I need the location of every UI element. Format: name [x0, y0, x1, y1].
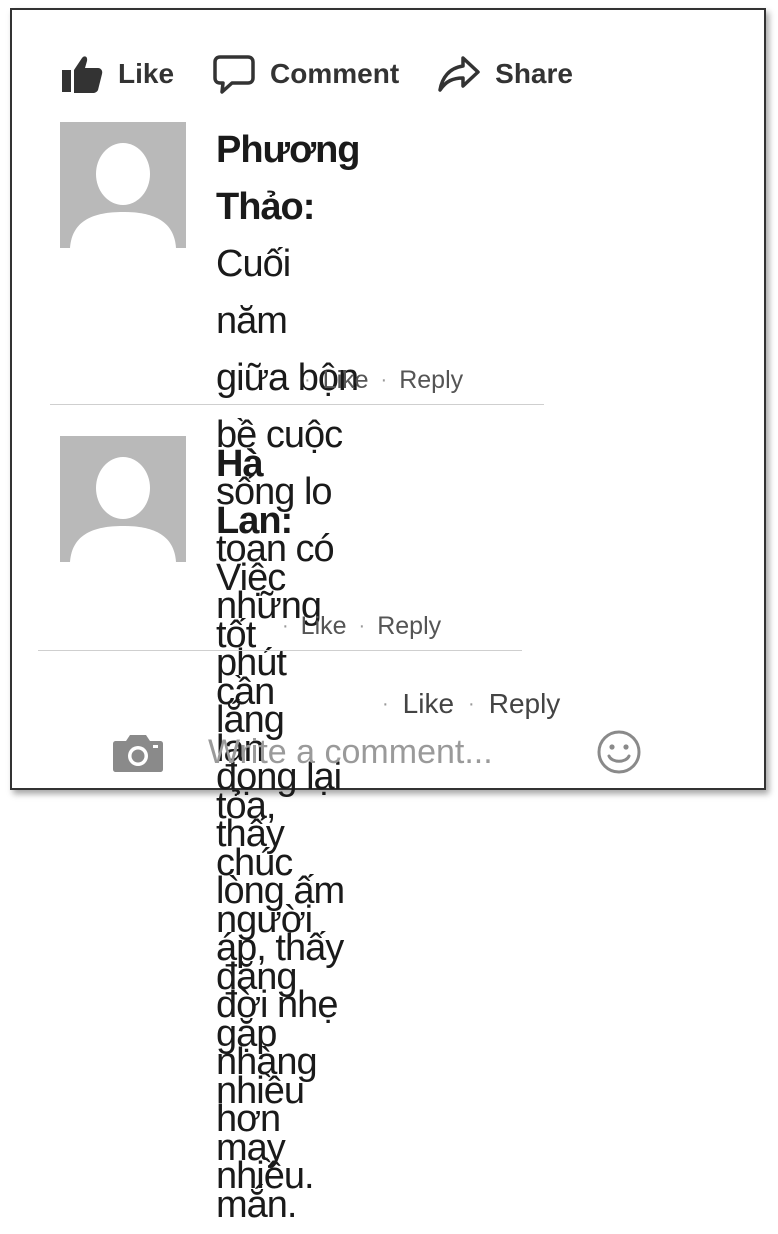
- share-label: Share: [495, 58, 573, 89]
- comment-composer: [112, 722, 652, 782]
- comment-actions: · Like · Reply: [304, 366, 464, 395]
- smiley-icon[interactable]: [596, 729, 642, 775]
- share-button[interactable]: Share: [437, 52, 573, 96]
- avatar[interactable]: [60, 436, 186, 562]
- comment-line: may mắn.: [216, 1127, 297, 1226]
- comment-author[interactable]: Phương Thảo:: [216, 129, 361, 228]
- like-button[interactable]: Like: [60, 52, 174, 96]
- avatar[interactable]: [60, 122, 186, 248]
- comment-author[interactable]: Hà Lan:: [216, 443, 293, 542]
- comment-actions: · Like · Reply: [282, 612, 442, 641]
- post-actions-bar: Like Comment Share: [60, 52, 611, 96]
- post-reply-actions: · Like · Reply: [382, 688, 561, 720]
- default-avatar-icon: [60, 436, 186, 562]
- comment-reply-link[interactable]: Reply: [399, 366, 463, 395]
- like-label: Like: [118, 58, 175, 89]
- post-like-link[interactable]: Like: [403, 688, 454, 720]
- comment-divider: [38, 650, 522, 651]
- share-arrow-icon: [437, 52, 481, 96]
- comment-button[interactable]: Comment: [212, 52, 399, 96]
- default-avatar-icon: [60, 122, 186, 248]
- speech-bubble-icon: [212, 52, 256, 96]
- comment-line: chúc người đăng gặp nhiều: [216, 842, 313, 1112]
- comment-reply-link[interactable]: Reply: [377, 612, 441, 641]
- camera-icon[interactable]: [112, 731, 164, 773]
- comment-label: Comment: [270, 58, 400, 89]
- post-reply-link[interactable]: Reply: [489, 688, 561, 720]
- comment-text: Hà Lan: Việc tốt cần lan tỏa, chúc người…: [216, 436, 313, 1234]
- comment-line: Việc tốt cần lan tỏa,: [216, 557, 286, 827]
- comment-panel: Like Comment Share Phương Thảo: Cuối năm…: [10, 8, 766, 1226]
- comment-like-link[interactable]: Like: [323, 366, 369, 395]
- thumbs-up-icon: [60, 52, 104, 96]
- comment-divider: [50, 404, 544, 405]
- comment-like-link[interactable]: Like: [301, 612, 347, 641]
- comment-input[interactable]: [208, 732, 548, 772]
